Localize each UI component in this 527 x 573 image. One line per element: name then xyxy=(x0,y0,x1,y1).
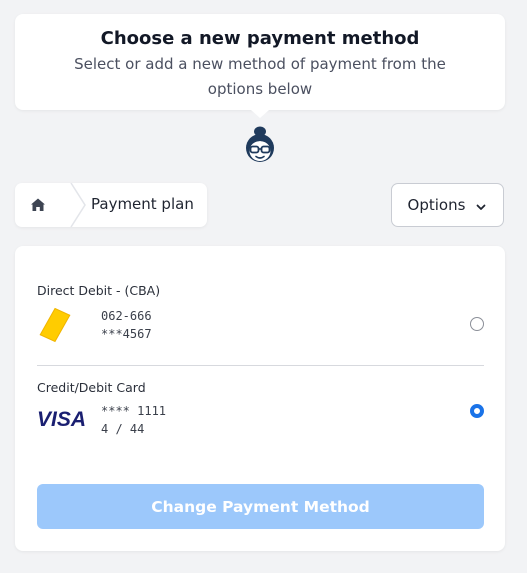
options-dropdown-button[interactable]: Options xyxy=(391,183,504,227)
account-number: ***4567 xyxy=(101,327,152,341)
svg-text:VISA: VISA xyxy=(37,408,86,430)
page-subtitle: Select or add a new method of payment fr… xyxy=(74,55,446,98)
breadcrumb: Payment plan xyxy=(15,182,207,228)
assistant-avatar-icon xyxy=(243,126,277,164)
visa-logo-icon: VISA xyxy=(37,408,91,431)
chevron-down-icon xyxy=(475,199,487,211)
card-expiry: 4 / 44 xyxy=(101,422,145,436)
home-icon[interactable] xyxy=(29,196,47,214)
method-radio-direct-debit[interactable] xyxy=(470,317,484,331)
method-radio-card[interactable] xyxy=(470,404,484,418)
change-payment-method-button[interactable]: Change Payment Method xyxy=(37,484,484,529)
page-title: Choose a new payment method xyxy=(100,28,420,49)
breadcrumb-current[interactable]: Payment plan xyxy=(91,195,194,213)
method-title: Direct Debit - (CBA) xyxy=(37,283,161,298)
payment-method-direct-debit[interactable]: Direct Debit - (CBA) 062-666 ***4567 xyxy=(37,283,484,363)
method-title: Credit/Debit Card xyxy=(37,380,146,395)
card-number: **** 1111 xyxy=(101,404,167,418)
cba-logo-icon xyxy=(37,307,83,345)
options-label: Options xyxy=(407,196,466,214)
payment-method-card[interactable]: Credit/Debit Card VISA **** 1111 4 / 44 xyxy=(37,380,484,460)
header-card: Choose a new payment method Select or ad… xyxy=(15,14,505,118)
divider xyxy=(37,365,484,366)
breadcrumb-separator xyxy=(67,182,91,228)
payment-methods-panel: Direct Debit - (CBA) 062-666 ***4567 Cre… xyxy=(15,246,505,551)
bsb-number: 062-666 xyxy=(101,309,152,323)
